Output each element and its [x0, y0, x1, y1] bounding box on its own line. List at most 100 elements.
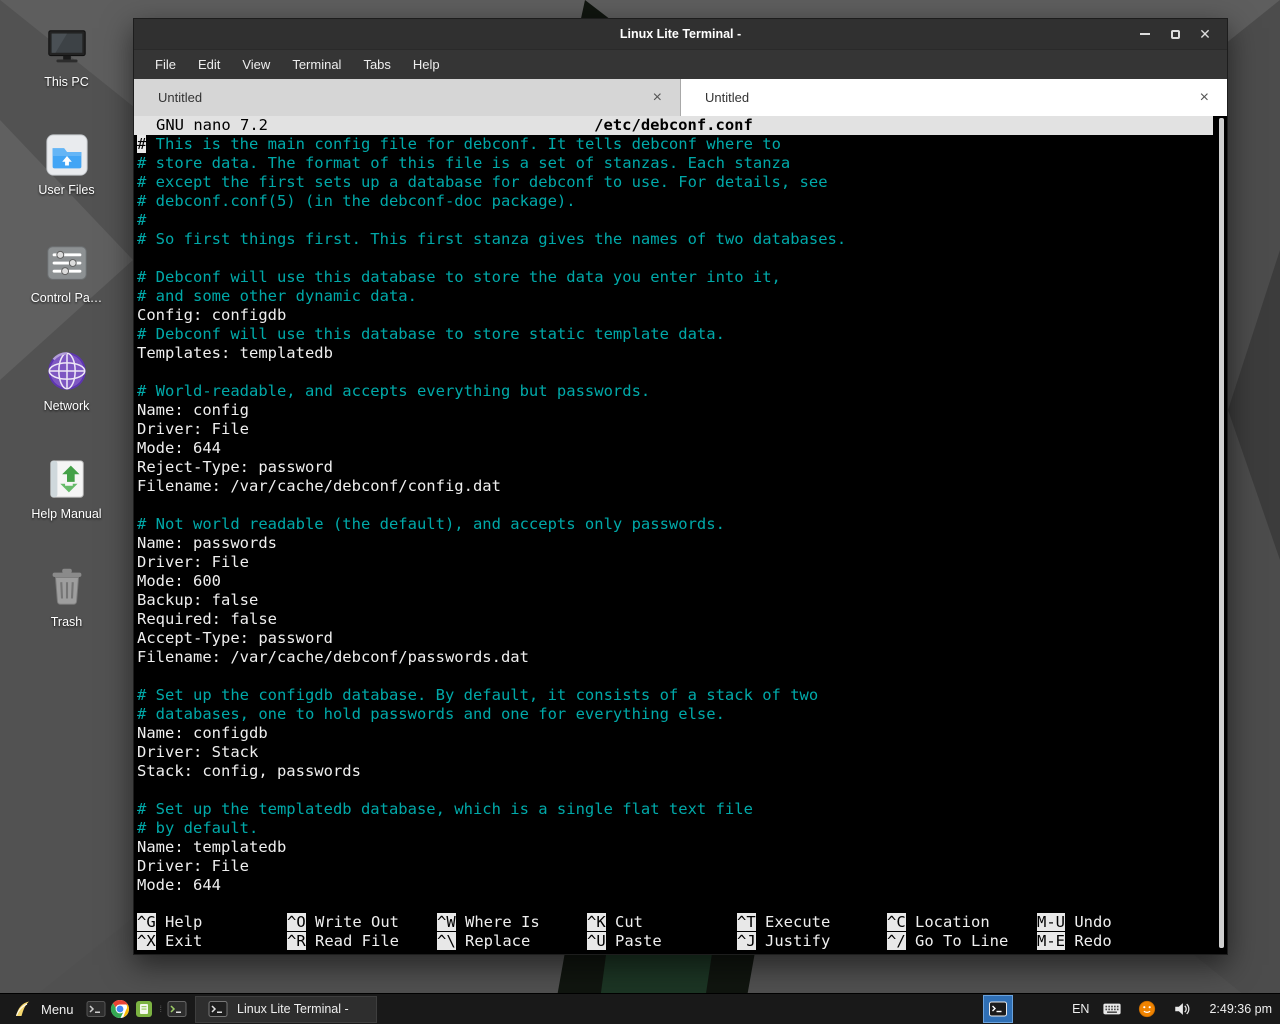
- menu-item-tabs[interactable]: Tabs: [352, 53, 401, 76]
- trash-icon: [44, 564, 90, 610]
- tab-2-active[interactable]: Untitled ×: [681, 79, 1227, 116]
- desktop-icon-this-pc[interactable]: This PC: [7, 24, 127, 89]
- keyboard-icon[interactable]: [1100, 996, 1124, 1022]
- terminal-scrollbar[interactable]: [1219, 118, 1224, 948]
- shortcut-replace[interactable]: ^\ Replace: [437, 932, 587, 951]
- clock[interactable]: 2:49:36 pm: [1205, 1002, 1272, 1016]
- shortcut-label: Go To Line: [906, 932, 1009, 950]
- taskbar-separator: ⁞: [156, 1004, 166, 1014]
- terminal-launcher-icon[interactable]: [84, 996, 108, 1022]
- menu-item-terminal[interactable]: Terminal: [281, 53, 352, 76]
- desktop-icon-user-files[interactable]: User Files: [7, 132, 127, 197]
- text-cursor: #: [137, 135, 146, 153]
- shortcut-key: ^T: [737, 913, 756, 931]
- tray-terminal-active-icon[interactable]: [983, 995, 1013, 1023]
- editor-line: Driver: Stack: [137, 743, 1227, 762]
- editor-line: #: [137, 211, 1227, 230]
- shortcut-key: ^G: [137, 913, 156, 931]
- editor-line: # Set up the templatedb database, which …: [137, 800, 1227, 819]
- tab-close-icon[interactable]: ×: [649, 90, 666, 106]
- editor-line: [137, 496, 1227, 515]
- shortcut-go-to-line[interactable]: ^/ Go To Line: [887, 932, 1037, 951]
- chrome-browser-icon[interactable]: [108, 996, 132, 1022]
- taskbar-window-button[interactable]: Linux Lite Terminal -: [195, 996, 377, 1023]
- shortcut-location[interactable]: ^C Location: [887, 913, 1037, 932]
- file-manager-icon[interactable]: [132, 996, 156, 1022]
- desktop-icon-help-manual[interactable]: Help Manual: [7, 456, 127, 521]
- editor-line: # So first things first. This first stan…: [137, 230, 1227, 249]
- shortcut-write-out[interactable]: ^O Write Out: [287, 913, 437, 932]
- desktop-icon-control-pa[interactable]: Control Pa…: [7, 240, 127, 305]
- terminal-pane[interactable]: GNU nano 7.2 /etc/debconf.conf # This is…: [134, 116, 1227, 954]
- shortcut-exit[interactable]: ^X Exit: [137, 932, 287, 951]
- editor-line: Required: false: [137, 610, 1227, 629]
- menu-bar: FileEditViewTerminalTabsHelp: [134, 49, 1227, 79]
- monitor-icon: [44, 24, 90, 70]
- desktop-icon-network[interactable]: Network: [7, 348, 127, 413]
- close-button[interactable]: ✕: [1193, 22, 1217, 46]
- editor-line: Config: configdb: [137, 306, 1227, 325]
- shortcut-read-file[interactable]: ^R Read File: [287, 932, 437, 951]
- menu-item-edit[interactable]: Edit: [187, 53, 231, 76]
- shortcut-key: ^/: [887, 932, 906, 950]
- tab-label: Untitled: [158, 90, 202, 105]
- editor-line: # Set up the configdb database. By defau…: [137, 686, 1227, 705]
- shortcut-label: Where Is: [456, 913, 540, 931]
- editor-line: Mode: 600: [137, 572, 1227, 591]
- editor-line: Driver: File: [137, 553, 1227, 572]
- tab-1[interactable]: Untitled ×: [134, 79, 681, 116]
- editor-line: Accept-Type: password: [137, 629, 1227, 648]
- window-titlebar[interactable]: Linux Lite Terminal - ✕: [134, 19, 1227, 49]
- editor-line: # and some other dynamic data.: [137, 287, 1227, 306]
- shortcut-key: ^O: [287, 913, 306, 931]
- terminal-window: Linux Lite Terminal - ✕ FileEditViewTerm…: [133, 18, 1228, 955]
- desktop-icon-label: User Files: [38, 183, 94, 197]
- shortcut-where-is[interactable]: ^W Where Is: [437, 913, 587, 932]
- editor-line: # This is the main config file for debco…: [137, 135, 1227, 154]
- shortcut-undo[interactable]: M-U Undo: [1037, 913, 1187, 932]
- desktop-icon-label: Trash: [51, 615, 83, 629]
- minimize-button[interactable]: [1133, 22, 1157, 46]
- nano-shortcut-bar: ^G Help^O Write Out^W Where Is^K Cut^T E…: [134, 913, 1227, 954]
- editor-content[interactable]: # This is the main config file for debco…: [134, 135, 1227, 895]
- network-icon: [44, 348, 90, 394]
- editor-line: Mode: 644: [137, 876, 1227, 895]
- shortcut-paste[interactable]: ^U Paste: [587, 932, 737, 951]
- maximize-icon: [1171, 30, 1180, 39]
- shortcut-help[interactable]: ^G Help: [137, 913, 287, 932]
- tab-close-icon[interactable]: ×: [1196, 90, 1213, 106]
- open-terminal-indicator-icon[interactable]: [165, 996, 189, 1022]
- shortcut-label: Execute: [756, 913, 831, 931]
- editor-line: Stack: config, passwords: [137, 762, 1227, 781]
- shortcut-key: ^K: [587, 913, 606, 931]
- volume-icon[interactable]: [1170, 996, 1194, 1022]
- shortcut-label: Replace: [456, 932, 531, 950]
- editor-line: Name: passwords: [137, 534, 1227, 553]
- menu-item-file[interactable]: File: [144, 53, 187, 76]
- shortcut-cut[interactable]: ^K Cut: [587, 913, 737, 932]
- shortcut-label: Cut: [606, 913, 643, 931]
- desktop-icon-label: This PC: [44, 75, 88, 89]
- shortcut-label: Paste: [606, 932, 662, 950]
- shortcut-redo[interactable]: M-E Redo: [1037, 932, 1187, 951]
- editor-line: # by default.: [137, 819, 1227, 838]
- maximize-button[interactable]: [1163, 22, 1187, 46]
- shortcut-justify[interactable]: ^J Justify: [737, 932, 887, 951]
- shortcut-execute[interactable]: ^T Execute: [737, 913, 887, 932]
- keyboard-layout-label[interactable]: EN: [1072, 1002, 1089, 1016]
- shortcut-label: Exit: [156, 932, 203, 950]
- shortcut-key: ^W: [437, 913, 456, 931]
- editor-line: # databases, one to hold passwords and o…: [137, 705, 1227, 724]
- editor-line: Templates: templatedb: [137, 344, 1227, 363]
- taskbar-window-label: Linux Lite Terminal -: [237, 1002, 349, 1016]
- editor-line: Driver: File: [137, 857, 1227, 876]
- updates-notifier-icon[interactable]: [1135, 996, 1159, 1022]
- editor-line: Name: templatedb: [137, 838, 1227, 857]
- desktop-icon-trash[interactable]: Trash: [7, 564, 127, 629]
- menu-item-view[interactable]: View: [231, 53, 281, 76]
- tab-bar: Untitled × Untitled ×: [134, 79, 1227, 116]
- tab-label: Untitled: [705, 90, 749, 105]
- shortcut-label: Read File: [306, 932, 399, 950]
- menu-button[interactable]: Menu: [0, 994, 84, 1024]
- menu-item-help[interactable]: Help: [402, 53, 451, 76]
